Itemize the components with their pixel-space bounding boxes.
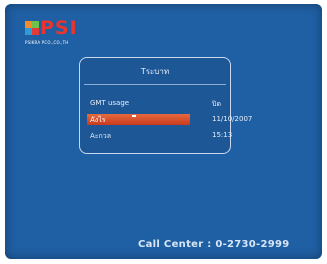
psi-logo-mark-icon <box>25 21 39 35</box>
setting-value: ปิด <box>212 100 221 108</box>
setting-row-time[interactable]: Aะกวล 15:13 <box>87 130 232 141</box>
call-center-text: Call Center : 0-2730-2999 <box>138 239 290 250</box>
tv-screen: PSI PSIKRA PCO.,CO.,TH Tระบาท GMT usage … <box>5 4 322 259</box>
setting-label: GMT usage <box>90 99 130 107</box>
brand-name: PSI <box>40 17 78 39</box>
setting-value: 15:13 <box>212 131 233 139</box>
edit-cursor <box>132 115 136 117</box>
settings-panel: Tระบาท GMT usage ปิด Aังไร 11/10/2007 Aะ… <box>79 57 252 154</box>
setting-label: Aะกวล <box>90 132 112 140</box>
setting-label: Aังไร <box>90 116 106 124</box>
psi-logo: PSI PSIKRA PCO.,CO.,TH <box>25 18 95 48</box>
setting-value: 11/10/2007 <box>212 115 253 123</box>
brand-tagline: PSIKRA PCO.,CO.,TH <box>25 40 69 45</box>
panel-divider <box>84 84 226 85</box>
panel-title: Tระบาท <box>140 67 170 76</box>
setting-row-gmt-usage[interactable]: GMT usage ปิด <box>87 98 223 109</box>
setting-row-date[interactable]: Aังไร 11/10/2007 <box>87 114 252 125</box>
